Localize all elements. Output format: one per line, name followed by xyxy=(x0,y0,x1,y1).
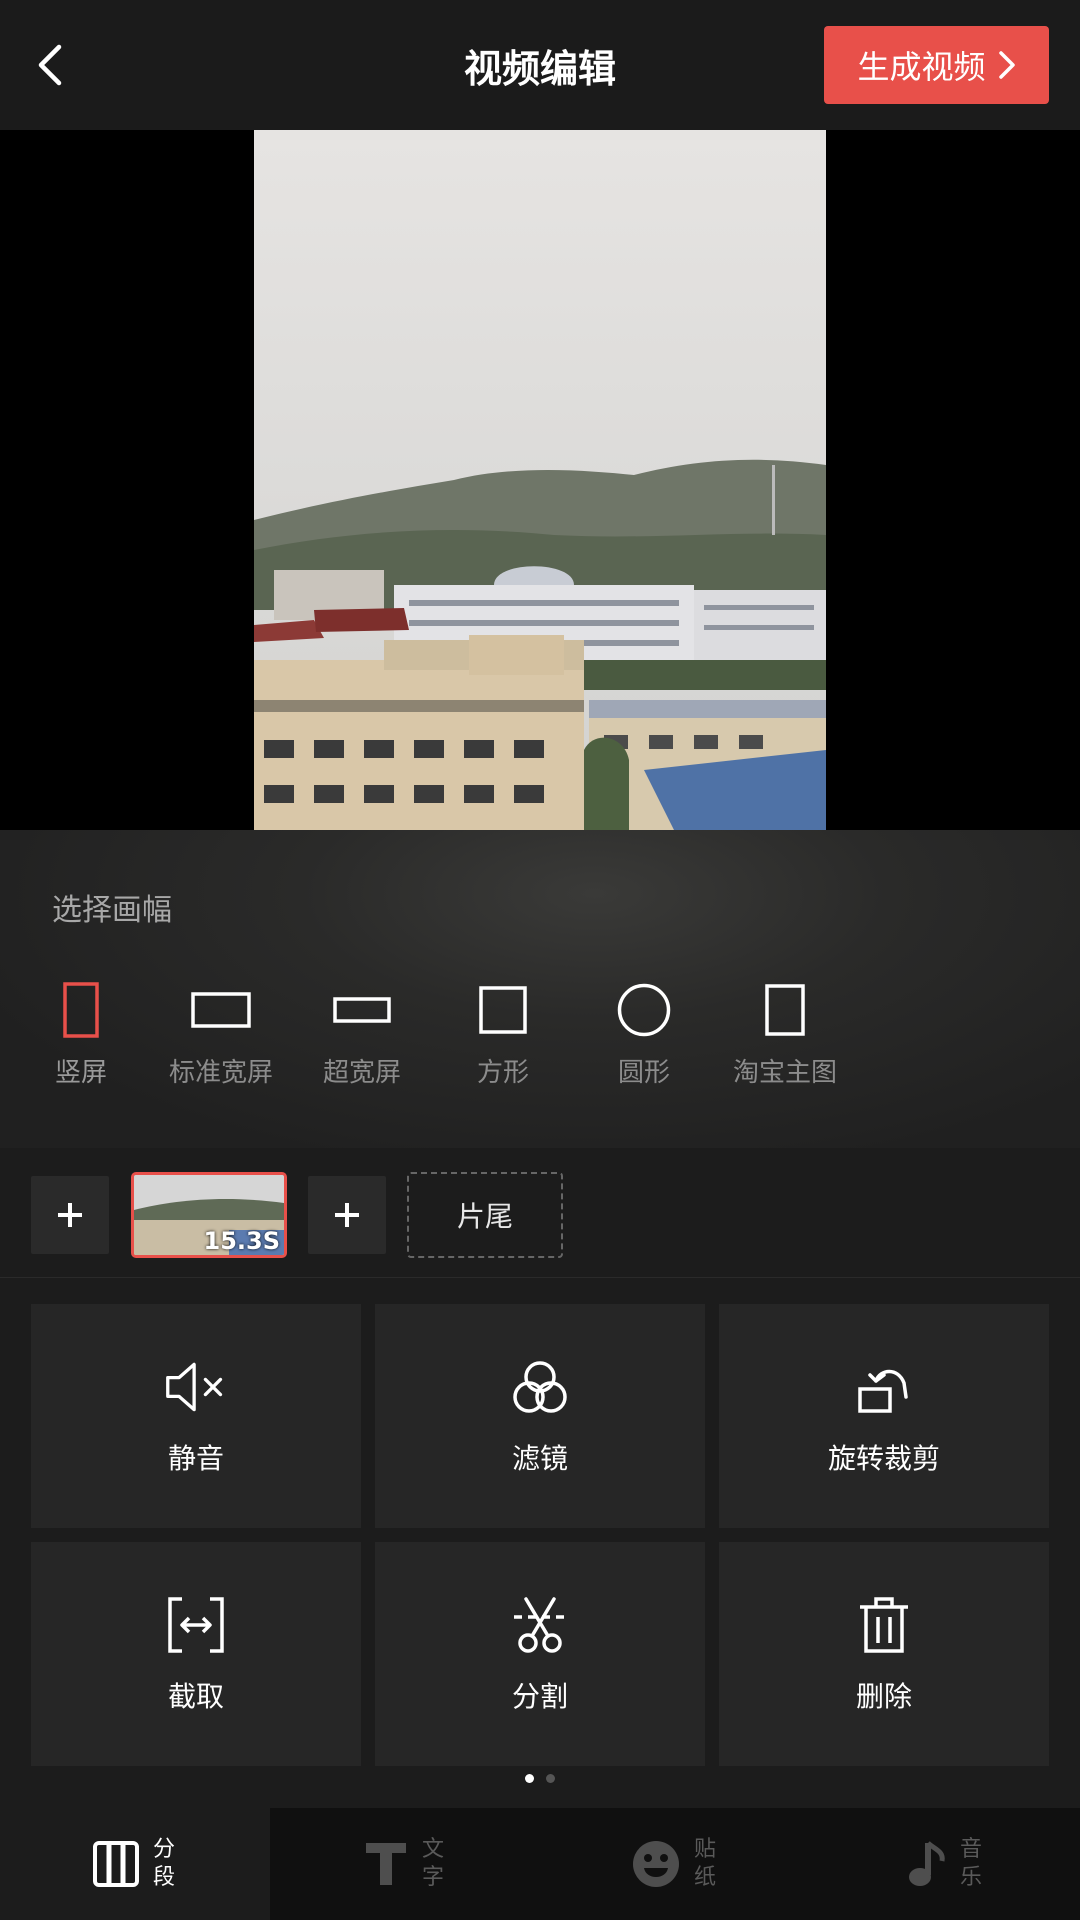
delete-button[interactable]: 删除 xyxy=(719,1542,1049,1766)
mute-icon xyxy=(166,1362,223,1412)
rotate-crop-button[interactable]: 旋转裁剪 xyxy=(719,1304,1049,1528)
page-dot-active xyxy=(525,1774,534,1783)
sticker-icon xyxy=(633,1841,679,1887)
aspect-ratio-panel: 选择画幅 竖屏 标准宽屏 超宽屏 方形 圆形 淘宝主图 xyxy=(0,830,1080,1148)
video-clip-thumbnail[interactable]: 15.3S xyxy=(131,1172,287,1258)
bottom-tab-bar: 分 段 文 字 贴 纸 音 乐 xyxy=(0,1808,1080,1920)
tool-label: 静音 xyxy=(167,1442,224,1475)
aspect-option-label: 超宽屏 xyxy=(322,1058,401,1088)
tab-text[interactable]: 文 字 xyxy=(270,1808,540,1920)
tab-music[interactable]: 音 乐 xyxy=(810,1808,1080,1920)
ultrawide-rect-icon xyxy=(333,997,391,1023)
plus-icon xyxy=(58,1203,82,1227)
tab-label-line: 乐 xyxy=(960,1865,983,1890)
aspect-option-label: 竖屏 xyxy=(54,1058,107,1088)
split-button[interactable]: 分割 xyxy=(375,1542,705,1766)
tab-label-line: 字 xyxy=(422,1865,445,1890)
tab-sticker[interactable]: 贴 纸 xyxy=(540,1808,810,1920)
aspect-option-square[interactable]: 方形 xyxy=(433,980,573,1090)
add-clip-before-button[interactable] xyxy=(31,1176,109,1254)
generate-video-button[interactable]: 生成视频 xyxy=(824,26,1049,104)
filter-button[interactable]: 滤镜 xyxy=(375,1304,705,1528)
mute-button[interactable]: 静音 xyxy=(31,1304,361,1528)
tab-label-line: 分 xyxy=(153,1837,176,1862)
tool-label: 滤镜 xyxy=(511,1442,568,1475)
chevron-right-icon xyxy=(998,51,1015,79)
tab-label-line: 贴 xyxy=(694,1837,717,1862)
page-indicator xyxy=(0,1774,1080,1783)
aspect-option-label: 方形 xyxy=(476,1058,529,1088)
tab-label-line: 文 xyxy=(422,1837,445,1862)
top-bar: 视频编辑 生成视频 xyxy=(0,0,1080,130)
tool-label: 分割 xyxy=(511,1680,568,1713)
tab-label: 音 乐 xyxy=(960,1836,984,1892)
circle-icon xyxy=(617,983,671,1037)
tool-label: 删除 xyxy=(855,1680,912,1713)
aspect-option-label: 圆形 xyxy=(617,1058,670,1088)
video-preview xyxy=(0,130,1080,830)
trim-button[interactable]: 截取 xyxy=(31,1542,361,1766)
aspect-option-portrait[interactable]: 竖屏 xyxy=(11,980,151,1090)
tab-segments[interactable]: 分 段 xyxy=(0,1808,270,1920)
tab-label-line: 音 xyxy=(960,1837,983,1862)
tab-label: 文 字 xyxy=(422,1836,446,1892)
aspect-option-circle[interactable]: 圆形 xyxy=(574,980,714,1090)
clip-duration: 15.3S xyxy=(203,1227,281,1255)
music-icon xyxy=(909,1841,945,1886)
plus-icon xyxy=(335,1203,359,1227)
filter-icon xyxy=(513,1361,567,1413)
aspect-option-widescreen[interactable]: 标准宽屏 xyxy=(151,980,291,1090)
aspect-option-taobao[interactable]: 淘宝主图 xyxy=(715,980,855,1090)
rotate-crop-icon xyxy=(858,1369,908,1413)
tab-label-line: 段 xyxy=(153,1865,176,1890)
aspect-ratio-title: 选择画幅 xyxy=(52,893,172,928)
taobao-rect-icon xyxy=(765,984,805,1036)
tab-label-line: 纸 xyxy=(694,1865,717,1890)
text-icon xyxy=(366,1843,406,1885)
clip-timeline: 15.3S 片尾 xyxy=(0,1148,1080,1278)
widescreen-rect-icon xyxy=(191,992,251,1028)
trash-icon xyxy=(860,1597,908,1653)
video-frame[interactable] xyxy=(254,130,826,830)
video-scene-image xyxy=(254,130,826,830)
trim-icon xyxy=(168,1597,224,1653)
segments-icon xyxy=(93,1841,139,1887)
page-dot xyxy=(546,1774,555,1783)
edit-tools-panel: 静音 滤镜 旋转裁剪 截取 分割 删除 xyxy=(0,1278,1080,1808)
square-icon xyxy=(479,986,527,1034)
generate-video-label: 生成视频 xyxy=(857,48,986,86)
portrait-rect-icon xyxy=(63,982,99,1038)
aspect-option-ultrawide[interactable]: 超宽屏 xyxy=(292,980,432,1090)
trailer-slot[interactable]: 片尾 xyxy=(407,1172,563,1258)
tab-label: 分 段 xyxy=(153,1836,177,1892)
tool-label: 旋转裁剪 xyxy=(827,1442,940,1475)
aspect-option-label: 淘宝主图 xyxy=(732,1058,837,1088)
aspect-option-label: 标准宽屏 xyxy=(168,1058,273,1088)
add-clip-after-button[interactable] xyxy=(308,1176,386,1254)
tab-label: 贴 纸 xyxy=(694,1836,718,1892)
scissors-icon xyxy=(514,1597,566,1653)
tool-label: 截取 xyxy=(167,1680,224,1713)
